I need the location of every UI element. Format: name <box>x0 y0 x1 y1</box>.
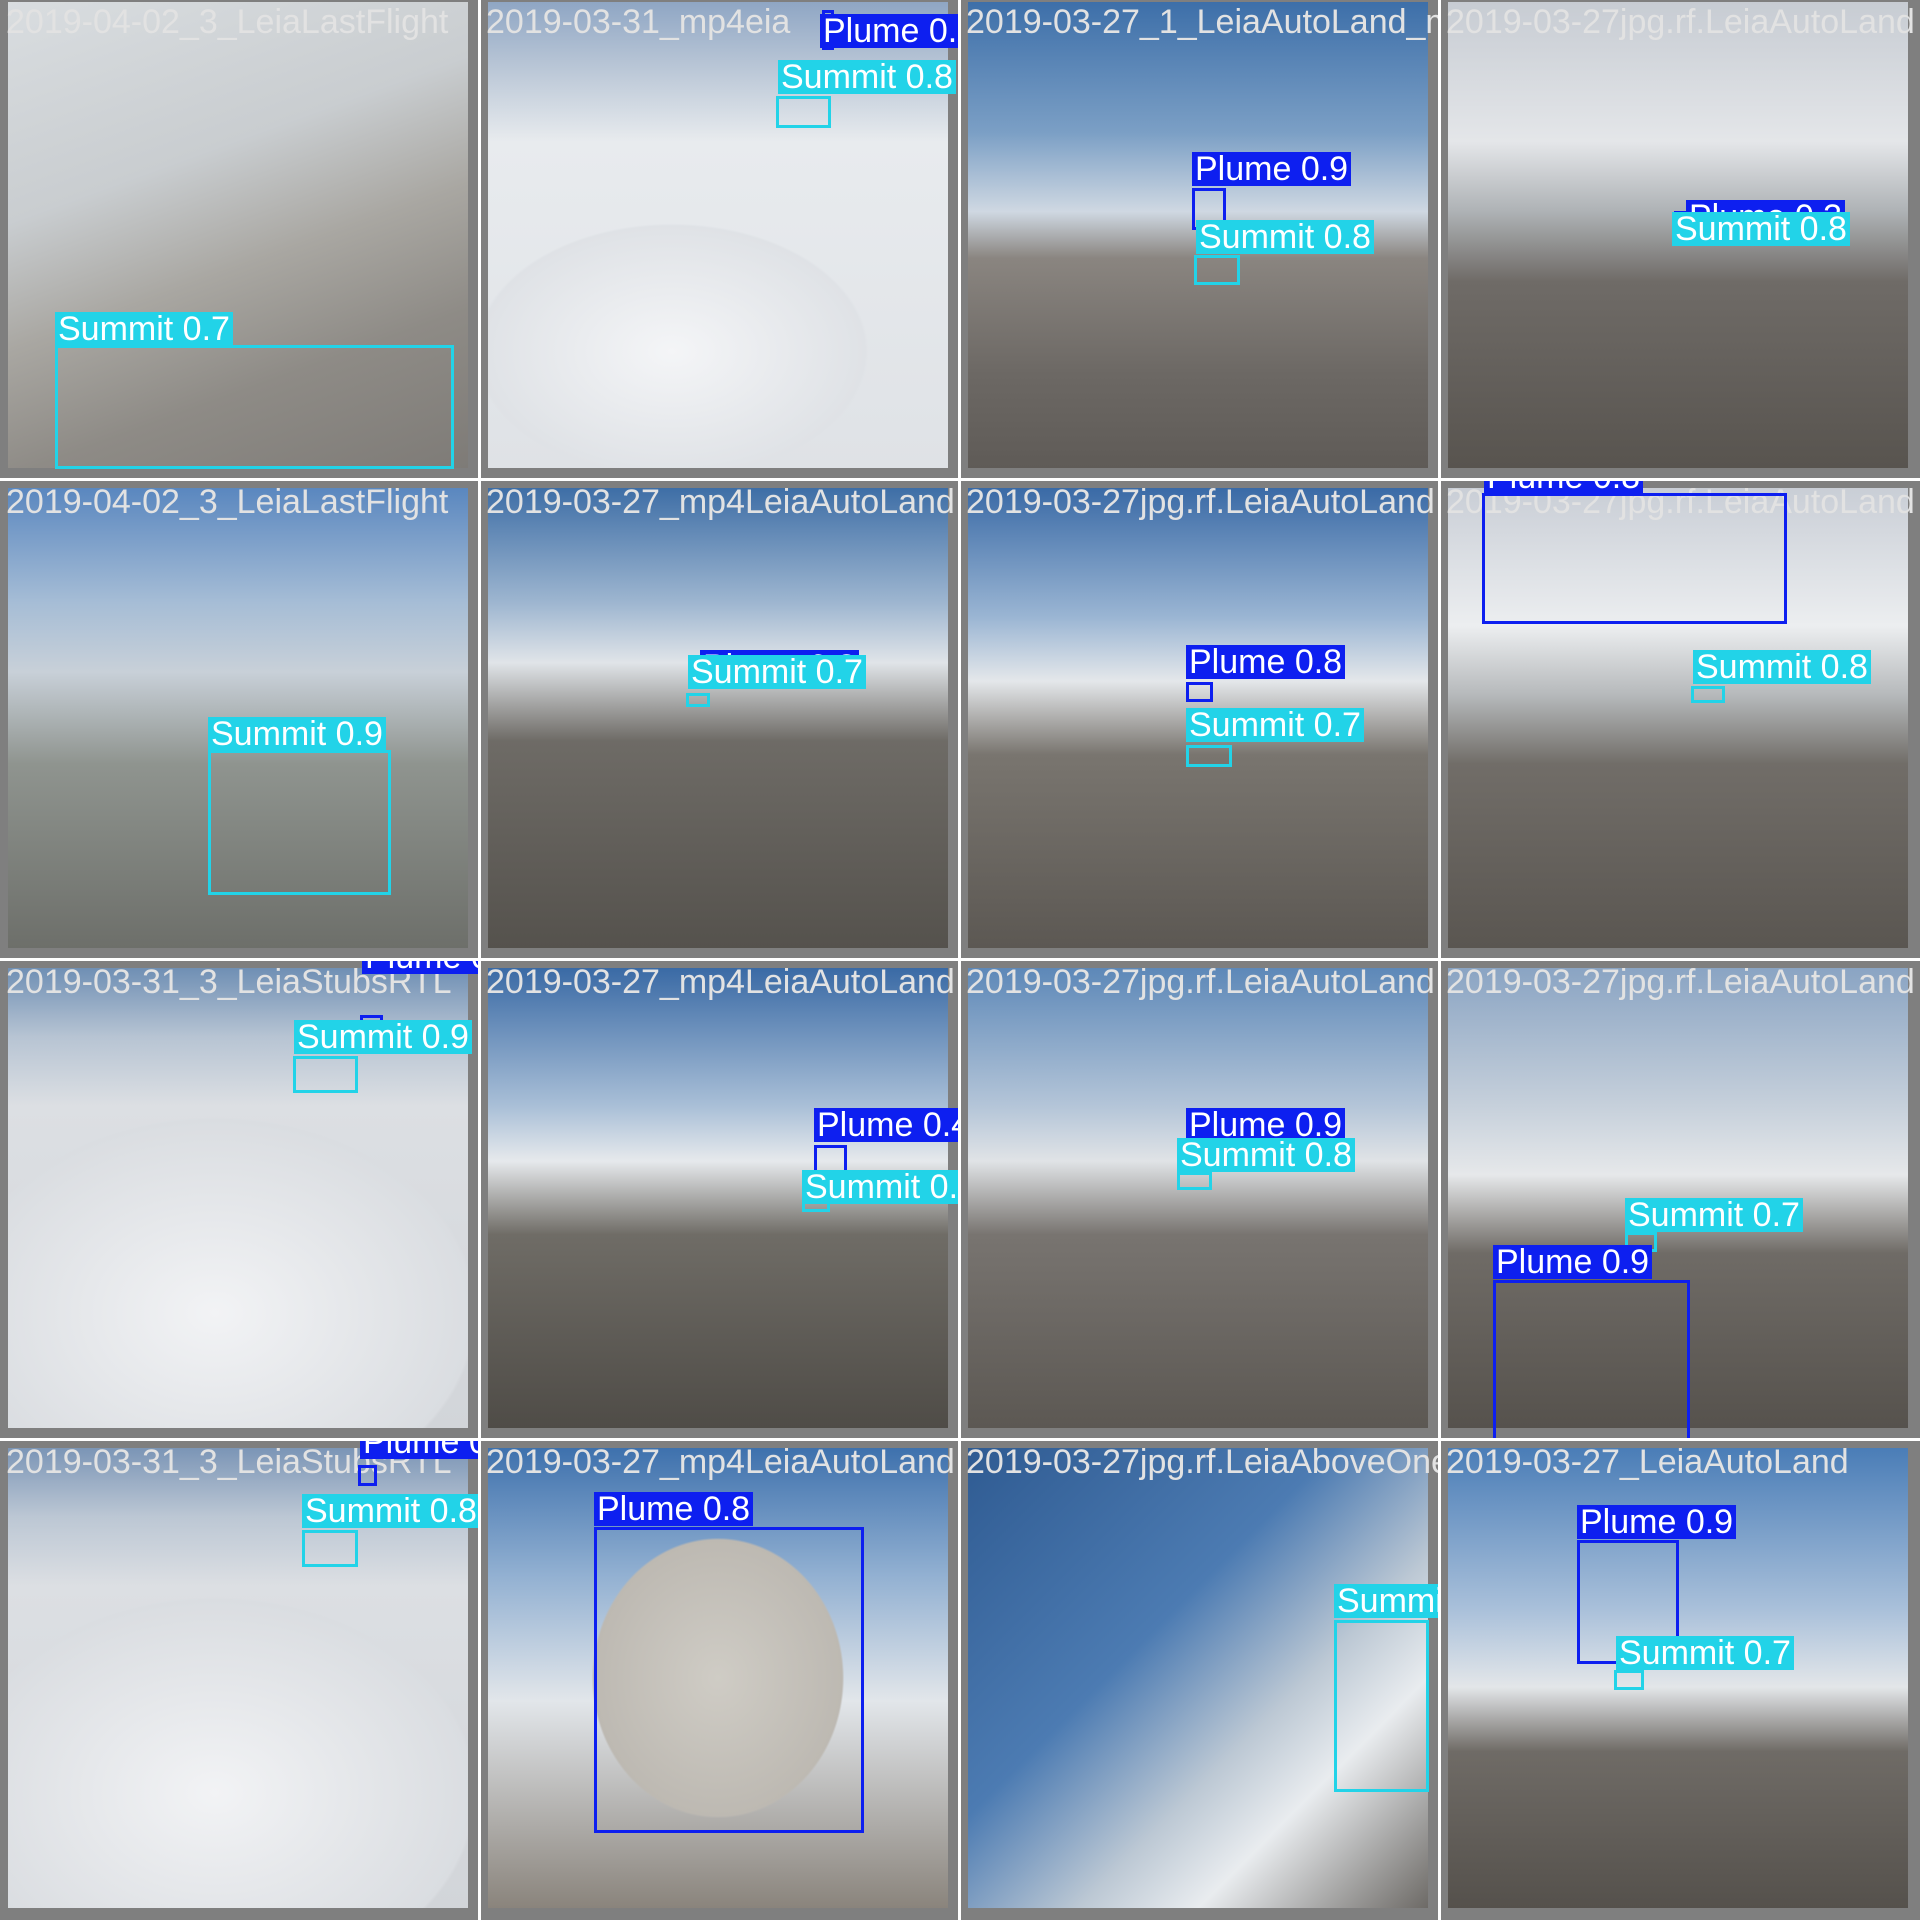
summit-detection-label: Summit 0.8 <box>1672 212 1850 246</box>
image-filename: 2019-03-31_mp4eia <box>486 3 791 41</box>
plume-bounding-box <box>1482 493 1787 624</box>
plume-bounding-box <box>1493 1280 1690 1440</box>
image-filename: 2019-03-27jpg.rf.LeiaAutoLand <box>966 963 1435 1001</box>
summit-detection-label: Summit 0.7 <box>1616 1636 1794 1670</box>
image-filename: 2019-04-02_3_LeiaLastFlight <box>6 483 449 521</box>
tile-separator <box>0 958 1920 961</box>
plume-detection-label: Plume 0.8 <box>360 1440 480 1459</box>
image-filename: 2019-03-27_mp4LeiaAutoLand <box>486 483 955 521</box>
image-filename: 2019-03-27jpg.rf.LeiaAutoLand <box>966 483 1435 521</box>
mosaic-tile: 2019-03-27jpg.rf.LeiaAutoLand Plume 0.8 Su… <box>960 480 1440 960</box>
summit-detection-label: Summit 0.8 <box>802 1170 960 1204</box>
plume-detection-label: Plume 0.8 <box>362 960 480 974</box>
image-filename: 2019-03-27_LeiaAutoLand <box>1446 1443 1849 1481</box>
summit-detection-label: Summit 0.8 <box>1177 1138 1355 1172</box>
tile-separator <box>1438 0 1441 1920</box>
summit-bounding-box <box>1177 1172 1212 1190</box>
image-filename: 2019-03-27_mp4LeiaAutoLand <box>486 1443 955 1481</box>
plume-bounding-box <box>594 1527 864 1833</box>
summit-detection-label: Summit 0.9 <box>294 1020 472 1054</box>
plume-bounding-box <box>1186 682 1213 702</box>
mosaic-tile: 2019-03-27_mp4LeiaAutoLand Plume 0.8 <box>480 1440 960 1920</box>
plume-detection-label: Plume 0.8 <box>1186 645 1346 679</box>
mosaic-tile: 2019-03-27jpg.rf.LeiaAutoLandPlume 0.3Su… <box>1440 0 1920 480</box>
summit-detection-label: Summit 0.7 <box>688 655 866 689</box>
plume-detection-label: Plume 0.8 <box>820 14 960 48</box>
mosaic-tile: 2019-03-27jpg.rf.LeiaAutoLand Plume 0.9 Su… <box>960 960 1440 1440</box>
summit-bounding-box <box>1194 255 1240 285</box>
summit-detection-label: Summit 0.9 <box>208 717 386 751</box>
summit-bounding-box <box>55 345 454 469</box>
image-filename: 2019-03-27jpg.rf.LeiaAutoLand <box>1446 963 1915 1001</box>
summit-detection-label: Summit 0.7 <box>1625 1198 1803 1232</box>
image-filename: 2019-03-27_1_LeiaAutoLand_mp4 <box>966 3 1440 41</box>
mosaic-tile: 2019-04-02_3_LeiaLastFlight Summit 0.9 <box>0 480 480 960</box>
plume-detection-label: Plume 0.8 <box>1484 480 1644 494</box>
summit-bounding-box <box>776 96 831 128</box>
plume-detection-label: Plume 0.8 <box>594 1492 754 1526</box>
summit-bounding-box <box>208 750 391 895</box>
plume-detection-label: Plume 0.9 <box>1192 152 1352 186</box>
summit-detection-label: Summit 0.8 <box>302 1494 480 1528</box>
summit-bounding-box <box>1691 686 1725 703</box>
tile-separator <box>0 1438 1920 1441</box>
mosaic-tile: 2019-03-27_LeiaAutoLand Plume 0.9 Summit 0… <box>1440 1440 1920 1920</box>
image-filename: 2019-03-27jpg.rf.LeiaAutoLand <box>1446 3 1915 41</box>
mosaic-tile: 2019-04-02_3_LeiaLastFlight Summit 0.7 <box>0 0 480 480</box>
summit-bounding-box <box>293 1056 358 1093</box>
mosaic-tile: 2019-03-31_3_LeiaStubsRTLPlume 0.8Summit… <box>0 1440 480 1920</box>
summit-detection-label: Summit 0.9 <box>1334 1584 1440 1618</box>
volcano-photo <box>968 968 1428 1428</box>
mosaic-tile: 2019-03-27jpg.rf.LeiaAutoLand Plume 0.9 Su… <box>1440 960 1920 1440</box>
volcano-photo <box>488 488 948 948</box>
plume-bounding-box <box>358 1465 377 1486</box>
mosaic-tile: 2019-03-31_3_LeiaStubsRTLPlume 0.8Summit… <box>0 960 480 1440</box>
summit-detection-label: Summit 0.8 <box>778 60 956 94</box>
image-filename: 2019-03-27_mp4LeiaAutoLand <box>486 963 955 1001</box>
image-filename: 2019-04-02_3_LeiaLastFlight <box>6 3 449 41</box>
mosaic-tile: 2019-03-27_1_LeiaAutoLand_mp4 Plume 0.9 Su… <box>960 0 1440 480</box>
mosaic-tile: 2019-03-27jpg.rf.LeiaAboveOne Summit 0.9 <box>960 1440 1440 1920</box>
summit-bounding-box <box>1186 745 1232 767</box>
detection-mosaic: 2019-04-02_3_LeiaLastFlight Summit 0.7 201… <box>0 0 1920 1920</box>
mosaic-tile: 2019-03-27_mp4LeiaAutoLandPlume 0.3Summi… <box>480 480 960 960</box>
summit-bounding-box <box>1334 1620 1429 1792</box>
image-filename: 2019-03-27jpg.rf.LeiaAboveOne <box>966 1443 1440 1481</box>
mosaic-tile: 2019-03-27_mp4LeiaAutoLand Plume 0.4 Summi… <box>480 960 960 1440</box>
summit-bounding-box <box>686 693 710 707</box>
summit-detection-label: Summit 0.7 <box>1186 708 1364 742</box>
summit-bounding-box <box>1614 1670 1644 1690</box>
summit-detection-label: Summit 0.8 <box>1693 650 1871 684</box>
plume-detection-label: Plume 0.4 <box>814 1108 960 1142</box>
plume-detection-label: Plume 0.9 <box>1577 1505 1737 1539</box>
plume-detection-label: Plume 0.9 <box>1493 1245 1653 1279</box>
summit-detection-label: Summit 0.7 <box>55 312 233 346</box>
mosaic-tile: 2019-03-31_mp4eia Plume 0.8 Summit 0.8 <box>480 0 960 480</box>
summit-bounding-box <box>302 1530 358 1567</box>
summit-detection-label: Summit 0.8 <box>1196 220 1374 254</box>
mosaic-tile: 2019-03-27jpg.rf.LeiaAutoLandPlume 0.8Su… <box>1440 480 1920 960</box>
